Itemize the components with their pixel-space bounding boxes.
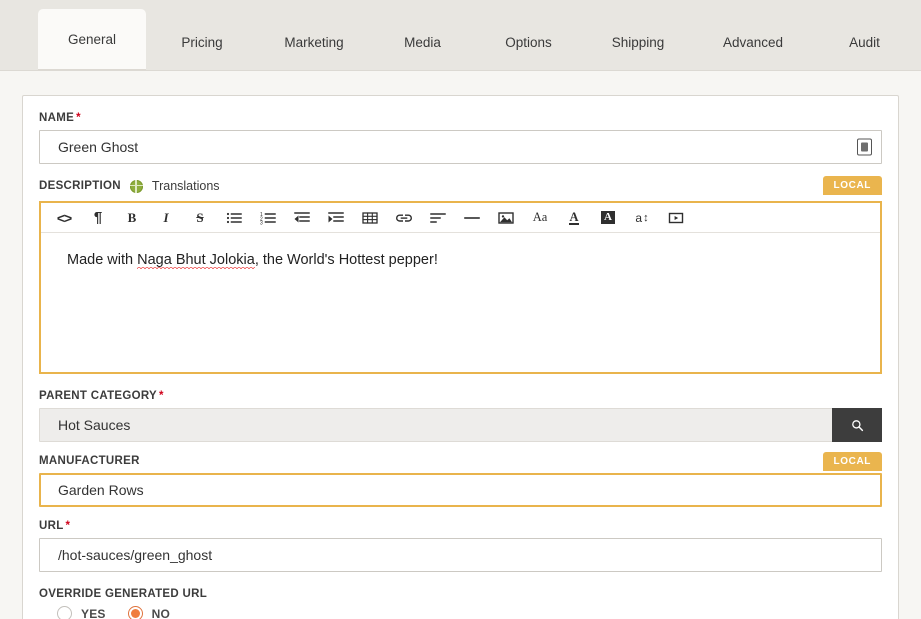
unordered-list-icon[interactable]: [217, 204, 251, 232]
name-label: NAME*: [39, 112, 882, 124]
url-label: URL*: [39, 520, 882, 532]
svg-text:3: 3: [260, 220, 263, 225]
bold-icon[interactable]: B: [115, 204, 149, 232]
tab-label: Audit: [812, 15, 917, 70]
italic-icon[interactable]: I: [149, 204, 183, 232]
name-label-text: NAME: [39, 112, 74, 124]
text-color-icon[interactable]: A: [557, 204, 591, 232]
name-input-row: [39, 130, 882, 164]
search-icon: [851, 419, 864, 432]
source-code-icon[interactable]: <>: [47, 204, 81, 232]
tab-media[interactable]: Media: [370, 15, 475, 70]
parent-category-search-button[interactable]: [832, 408, 882, 442]
parent-category-label-text: PARENT CATEGORY: [39, 390, 157, 402]
description-editor: <>¶BIS123AaAAa↕ Made with Naga Bhut Jolo…: [39, 201, 882, 374]
ordered-list-icon[interactable]: 123: [251, 204, 285, 232]
radio-no[interactable]: NO: [128, 606, 170, 619]
url-required-marker: *: [66, 520, 71, 532]
globe-icon: [130, 180, 143, 193]
radio-dot[interactable]: [128, 606, 143, 619]
line-height-icon[interactable]: a↕: [625, 204, 659, 232]
indent-icon[interactable]: [319, 204, 353, 232]
description-header: DESCRIPTION Translations LOCAL: [39, 177, 882, 195]
general-form-panel: NAME* DESCRIPTION Translations LOCAL <>¶…: [22, 95, 899, 619]
override-url-field-group: OVERRIDE GENERATED URL YES NO: [39, 588, 882, 619]
table-icon[interactable]: [353, 204, 387, 232]
translations-link[interactable]: Translations: [152, 179, 220, 193]
background-color-icon[interactable]: A: [591, 204, 625, 232]
page-body: NAME* DESCRIPTION Translations LOCAL <>¶…: [0, 71, 921, 619]
description-label: DESCRIPTION: [39, 180, 121, 192]
parent-category-label: PARENT CATEGORY*: [39, 390, 882, 402]
radio-yes[interactable]: YES: [57, 606, 106, 619]
editor-text-after: , the World's Hottest pepper!: [255, 252, 438, 268]
editor-text-misspelled: Naga Bhut Jolokia: [137, 252, 255, 270]
video-icon[interactable]: [659, 204, 693, 232]
override-url-radio-group: YES NO: [39, 606, 882, 619]
horizontal-rule-icon[interactable]: [455, 204, 489, 232]
editor-text-before: Made with: [67, 252, 137, 268]
name-required-marker: *: [76, 112, 81, 124]
align-icon[interactable]: [421, 204, 455, 232]
tab-label: Advanced: [694, 15, 812, 70]
manufacturer-field-group: MANUFACTURER LOCAL: [39, 455, 882, 507]
url-label-text: URL: [39, 520, 64, 532]
description-local-badge: LOCAL: [823, 176, 882, 195]
url-input[interactable]: [39, 538, 882, 572]
tab-pricing[interactable]: Pricing: [146, 15, 258, 70]
tab-bar: GeneralPricingMarketingMediaOptionsShipp…: [0, 0, 921, 71]
tab-shipping[interactable]: Shipping: [582, 15, 694, 70]
image-icon[interactable]: [489, 204, 523, 232]
editor-toolbar: <>¶BIS123AaAAa↕: [41, 203, 880, 233]
radio-label: YES: [81, 607, 106, 619]
name-field-group: NAME*: [39, 112, 882, 164]
manufacturer-label: MANUFACTURER: [39, 455, 882, 467]
name-input[interactable]: [39, 130, 882, 164]
tab-label: Media: [370, 15, 475, 70]
link-icon[interactable]: [387, 204, 421, 232]
parent-category-input-row: [39, 408, 882, 442]
description-field-group: DESCRIPTION Translations LOCAL <>¶BIS 123…: [39, 177, 882, 374]
tab-options[interactable]: Options: [475, 15, 582, 70]
outdent-icon[interactable]: [285, 204, 319, 232]
radio-label: NO: [152, 607, 170, 619]
url-field-group: URL*: [39, 520, 882, 572]
contact-card-icon[interactable]: [857, 139, 872, 156]
parent-category-input[interactable]: [39, 408, 833, 442]
override-url-label: OVERRIDE GENERATED URL: [39, 588, 882, 600]
tab-label: Pricing: [146, 15, 258, 70]
editor-content-area[interactable]: Made with Naga Bhut Jolokia, the World's…: [41, 233, 880, 372]
tab-label: General: [38, 9, 146, 70]
tab-label: Shipping: [582, 15, 694, 70]
strikethrough-icon[interactable]: S: [183, 204, 217, 232]
tab-label: Marketing: [258, 15, 370, 70]
tab-marketing[interactable]: Marketing: [258, 15, 370, 70]
tab-advanced[interactable]: Advanced: [694, 15, 812, 70]
paragraph-icon[interactable]: ¶: [81, 204, 115, 232]
font-size-icon[interactable]: Aa: [523, 204, 557, 232]
parent-category-field-group: PARENT CATEGORY*: [39, 390, 882, 442]
parent-category-required-marker: *: [159, 390, 164, 402]
manufacturer-input[interactable]: [39, 473, 882, 507]
tab-audit[interactable]: Audit: [812, 15, 917, 70]
tab-general[interactable]: General: [38, 9, 146, 70]
manufacturer-local-badge: LOCAL: [823, 452, 882, 471]
radio-dot[interactable]: [57, 606, 72, 619]
tab-label: Options: [475, 15, 582, 70]
